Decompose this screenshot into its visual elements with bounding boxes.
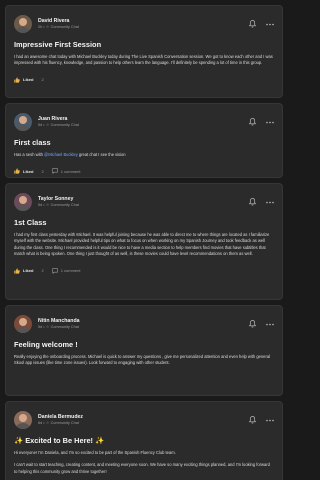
like-count[interactable]: 2 [41,169,43,174]
more-icon[interactable] [265,320,274,329]
post-header: Juan Rivera 5d • ☺ Community Chat [14,111,274,133]
comment-button[interactable]: 1 comment [51,168,81,175]
like-button[interactable]: Liked [14,267,34,274]
avatar[interactable] [14,15,32,33]
post-header: Taylor Sonney 5d • ☺ Community Chat [14,191,274,213]
post-title[interactable]: 1st Class [14,218,274,227]
author-name[interactable]: Daniela Bermudez [38,414,248,420]
bell-icon[interactable] [248,198,257,207]
post-title[interactable]: First class [14,138,274,147]
post-card[interactable]: Nitin Manchanda 5d • ☺ Community Chat Fe… [5,305,283,396]
post-meta: 6d • ☺ Community Chat [38,420,79,425]
post-meta: 2h • ☺ Community Chat [38,24,79,29]
post-body: Really enjoying the onboarding process. … [14,354,271,366]
post-header: David Rivera 2h • ☺ Community Chat [14,13,274,35]
avatar[interactable] [14,411,32,429]
author-name[interactable]: David Rivera [38,18,248,24]
post-card[interactable]: Juan Rivera 5d • ☺ Community Chat First … [5,103,283,178]
thumbs-up-icon [14,168,20,175]
like-button[interactable]: Liked [14,77,33,83]
post-footer: Liked 2 [14,75,274,85]
author-name[interactable]: Juan Rivera [38,116,248,122]
body-text: Has a sesh with [14,152,45,158]
like-label: Liked [23,77,34,83]
post-header: Nitin Manchanda 5d • ☺ Community Chat [14,313,274,335]
mention-link[interactable]: @Michael Buckley [44,152,78,157]
more-icon[interactable] [265,198,274,207]
post-body-paragraph: I can't wait to start teaching, creating… [14,462,270,474]
avatar[interactable] [14,315,32,333]
like-label: Liked [23,268,34,274]
comment-icon [51,168,58,175]
post-title[interactable]: Impressive First Session [14,40,274,49]
author-name[interactable]: Taylor Sonney [38,196,248,202]
post-title[interactable]: ✨ Excited to Be Here! ✨ [14,436,274,445]
post-body: I had my first class yesterday with Mich… [14,232,270,257]
post-footer: Liked 2 1 comment [14,166,274,176]
like-button[interactable]: Liked [14,168,34,175]
thumbs-up-icon [14,267,20,274]
comment-count: 1 comment [60,168,81,174]
more-icon[interactable] [265,118,274,127]
bell-icon[interactable] [248,320,257,329]
post-card[interactable]: Taylor Sonney 5d • ☺ Community Chat 1st … [5,183,283,300]
more-icon[interactable] [265,20,274,29]
bell-icon[interactable] [248,118,257,127]
post-body: I had an awesome chat today with Michael… [14,54,273,66]
post-meta: 5d • ☺ Community Chat [38,122,79,127]
post-feed: David Rivera 2h • ☺ Community Chat Impre… [0,0,288,480]
avatar[interactable] [14,193,32,211]
comment-count: 1 comment [60,268,81,274]
comment-icon [51,267,58,274]
bell-icon[interactable] [248,416,257,425]
post-body: Has a sesh with @Michael Buckley great c… [14,152,274,158]
body-text: great chat I see the vision [77,152,126,158]
post-header: Daniela Bermudez 6d • ☺ Community Chat [14,409,274,431]
like-count[interactable]: 2 [41,268,43,273]
like-label: Liked [23,168,34,174]
post-title[interactable]: Feeling welcome ! [14,340,274,349]
thumbs-up-icon [14,77,20,83]
more-icon[interactable] [265,416,274,425]
post-body: Hi everyone! I'm Daniela, and I'm so exc… [14,450,176,456]
avatar[interactable] [14,113,32,131]
post-card[interactable]: Daniela Bermudez 6d • ☺ Community Chat ✨… [5,401,283,480]
post-meta: 5d • ☺ Community Chat [38,324,79,329]
comment-button[interactable]: 1 comment [51,267,81,274]
post-meta: 5d • ☺ Community Chat [38,202,79,207]
post-card[interactable]: David Rivera 2h • ☺ Community Chat Impre… [5,5,283,98]
post-footer: Liked 2 1 comment [14,266,274,276]
like-count[interactable]: 2 [41,77,43,82]
bell-icon[interactable] [248,20,257,29]
author-name[interactable]: Nitin Manchanda [38,318,248,324]
